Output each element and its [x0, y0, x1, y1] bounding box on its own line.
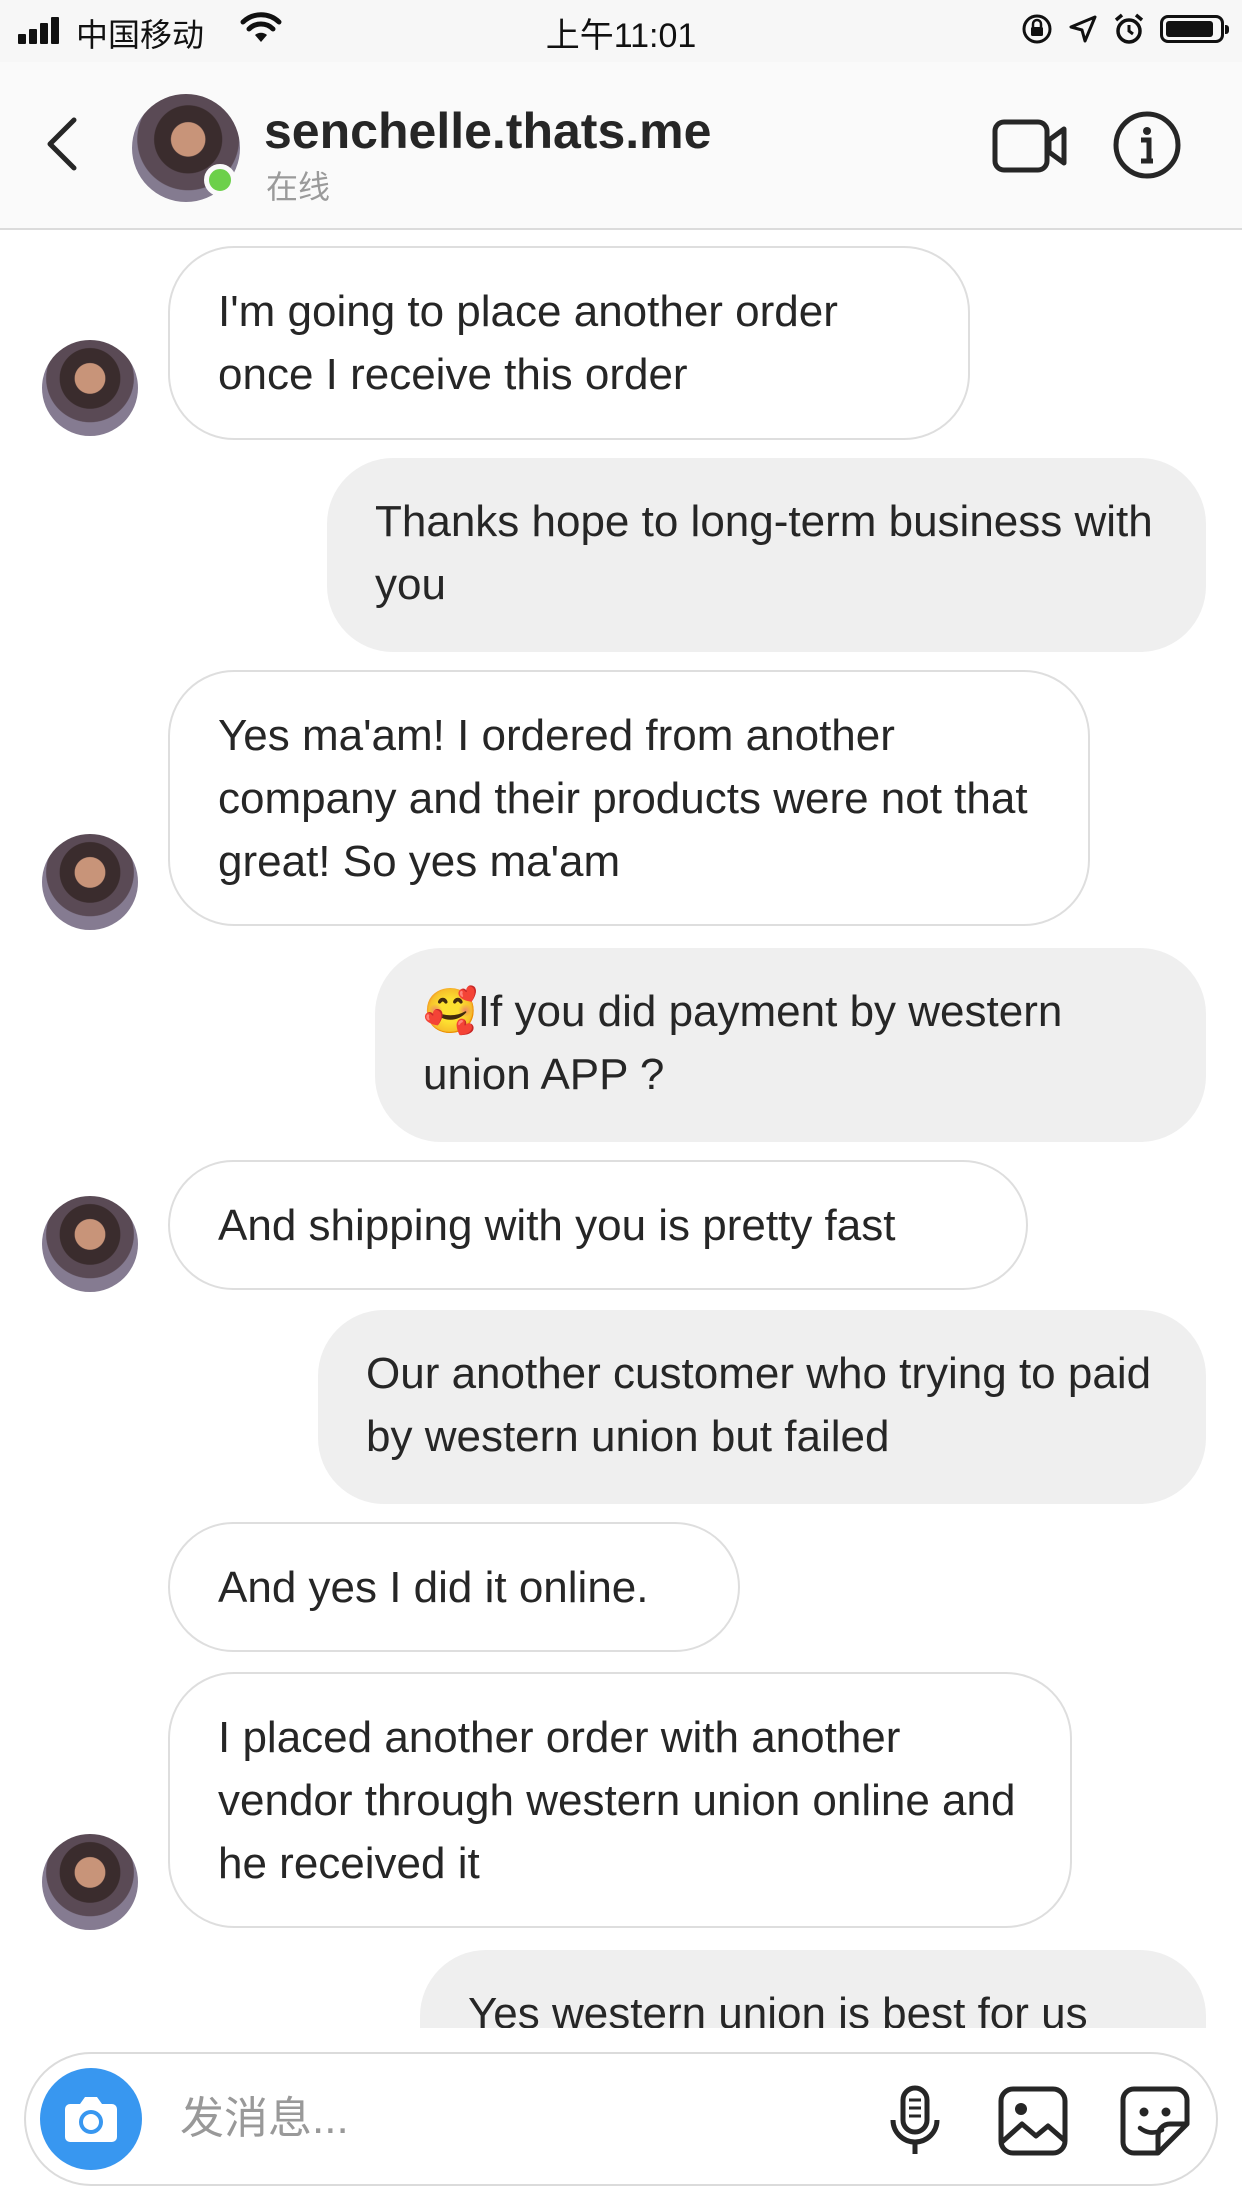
message-bubble-outgoing[interactable]: 🥰If you did payment by western union APP… — [375, 948, 1206, 1142]
message-bubble-incoming[interactable]: I'm going to place another order once I … — [168, 246, 970, 440]
avatar[interactable] — [42, 1834, 138, 1930]
camera-button[interactable] — [40, 2068, 142, 2170]
avatar[interactable] — [42, 834, 138, 930]
message-text: Yes western union is best for us — [468, 1989, 1088, 2028]
message-text: If you did payment by western union APP … — [423, 987, 1063, 1099]
message-list[interactable]: I'm going to place another order once I … — [0, 230, 1242, 2028]
contact-username[interactable]: senchelle.thats.me — [264, 102, 711, 160]
status-bar: 中国移动 上午11:01 — [0, 0, 1242, 62]
message-bubble-incoming[interactable]: And yes I did it online. — [168, 1522, 740, 1652]
info-icon[interactable] — [1112, 110, 1182, 180]
message-composer — [24, 2052, 1218, 2186]
message-text: Thanks hope to long-term business with y… — [375, 497, 1153, 609]
message-text: And shipping with you is pretty fast — [218, 1201, 896, 1250]
chat-header: senchelle.thats.me 在线 — [0, 62, 1242, 230]
avatar[interactable] — [42, 340, 138, 436]
back-chevron-icon[interactable] — [40, 114, 90, 174]
message-bubble-incoming[interactable]: Yes ma'am! I ordered from another compan… — [168, 670, 1090, 926]
orientation-lock-icon — [1022, 14, 1052, 44]
message-text: And yes I did it online. — [218, 1563, 649, 1612]
message-bubble-outgoing[interactable]: Our another customer who trying to paid … — [318, 1310, 1206, 1504]
battery-icon — [1160, 15, 1229, 43]
sticker-icon[interactable] — [1118, 2084, 1192, 2158]
gallery-icon[interactable] — [996, 2084, 1070, 2158]
message-bubble-incoming[interactable]: I placed another order with another vend… — [168, 1672, 1072, 1928]
message-text: Yes ma'am! I ordered from another compan… — [218, 711, 1028, 886]
camera-icon — [65, 2097, 117, 2142]
message-bubble-outgoing[interactable]: Thanks hope to long-term business with y… — [327, 458, 1206, 652]
video-call-icon[interactable] — [992, 116, 1068, 176]
location-arrow-icon — [1069, 15, 1097, 43]
contact-status: 在线 — [266, 169, 331, 205]
microphone-icon[interactable] — [878, 2084, 952, 2158]
alarm-icon — [1114, 13, 1144, 44]
message-text: Our another customer who trying to paid … — [366, 1349, 1152, 1461]
message-text: I placed another order with another vend… — [218, 1713, 1016, 1888]
message-bubble-incoming[interactable]: And shipping with you is pretty fast — [168, 1160, 1028, 1290]
message-input[interactable] — [178, 2088, 862, 2150]
message-bubble-outgoing[interactable]: Yes western union is best for us — [420, 1950, 1206, 2028]
message-text: I'm going to place another order once I … — [218, 287, 838, 399]
avatar[interactable] — [42, 1196, 138, 1292]
online-status-dot — [204, 164, 236, 196]
emoji: 🥰 — [423, 987, 478, 1036]
